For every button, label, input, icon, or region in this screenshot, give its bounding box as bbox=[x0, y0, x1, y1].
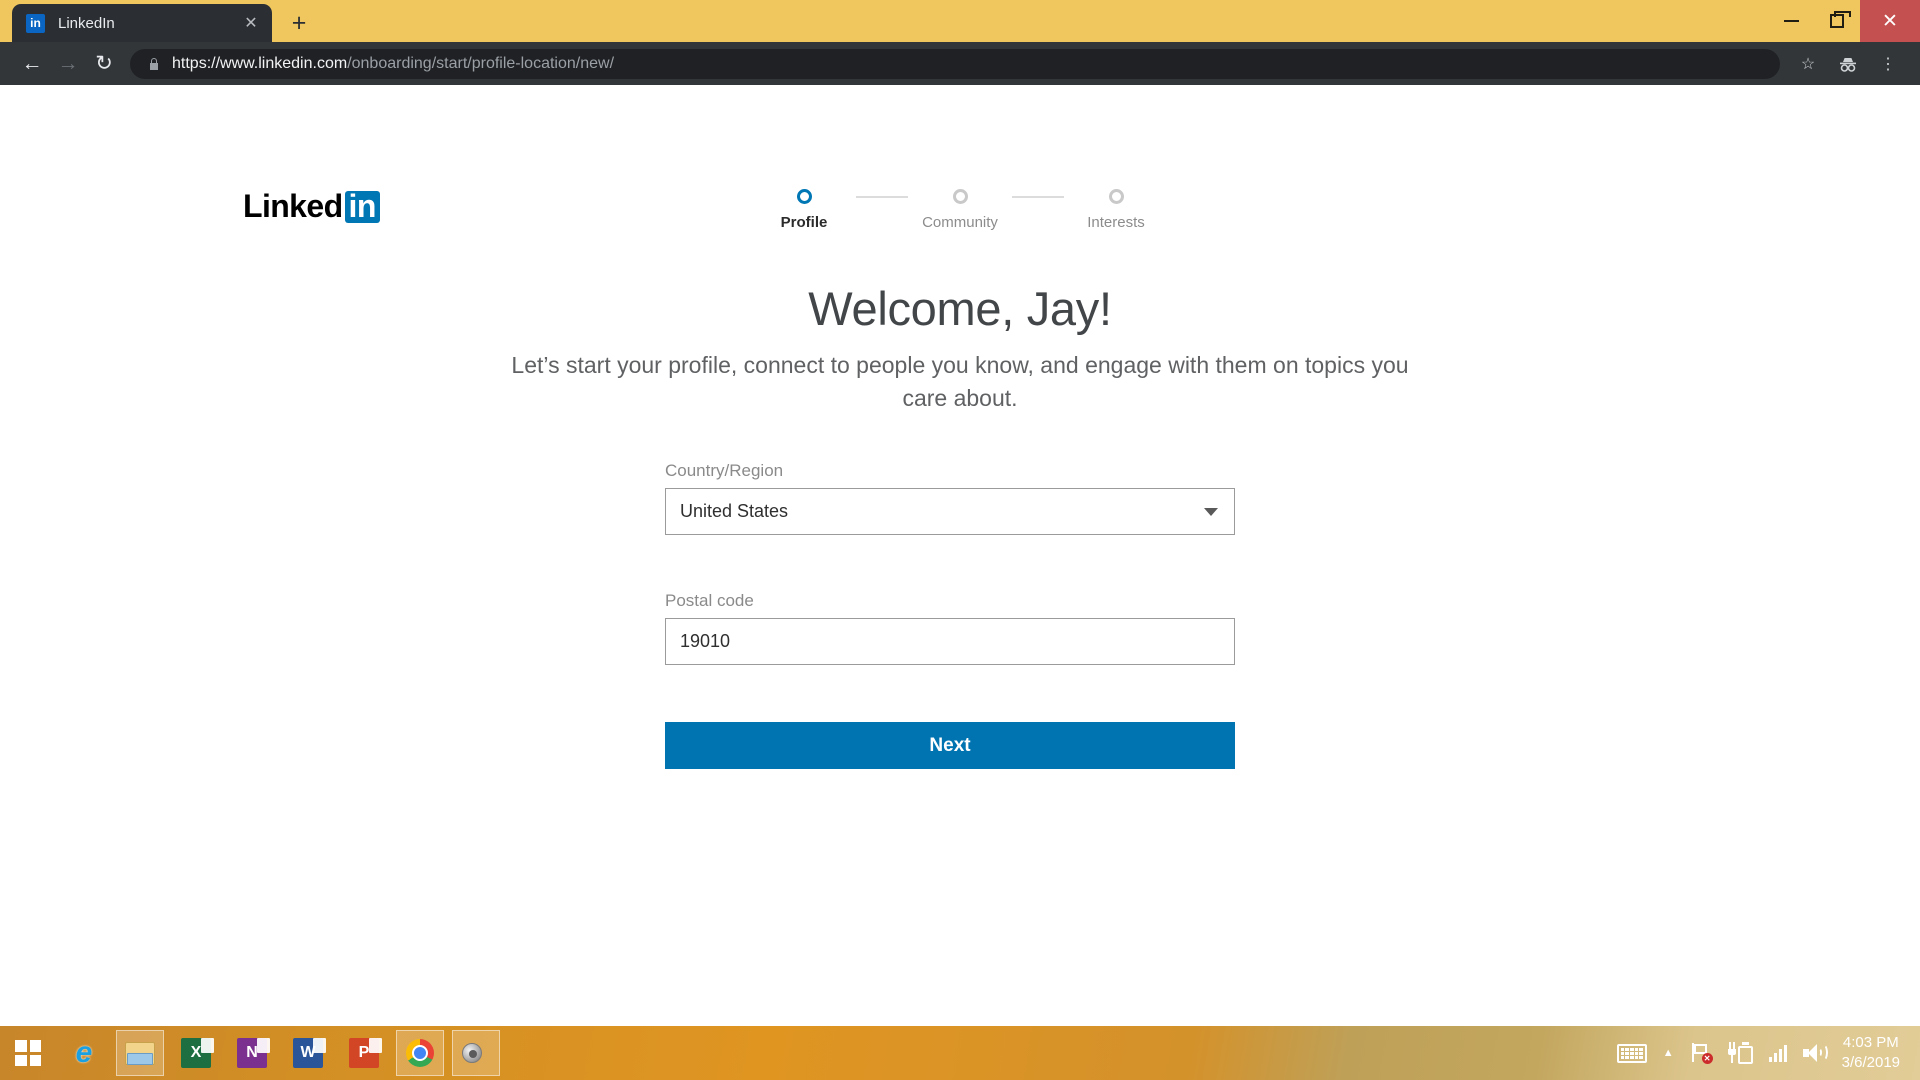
step-dot-icon bbox=[796, 189, 812, 204]
minimize-icon bbox=[1783, 20, 1799, 22]
minimize-button[interactable] bbox=[1768, 0, 1814, 42]
close-window-button[interactable]: ✕ bbox=[1860, 0, 1920, 42]
excel-glyph: X bbox=[181, 1038, 214, 1068]
keyboard-icon[interactable] bbox=[1610, 1026, 1654, 1080]
taskbar-word-icon[interactable]: W bbox=[284, 1030, 332, 1076]
postal-code-value: 19010 bbox=[680, 631, 731, 651]
windows-taskbar: e X N W P ▲ ✕ 4:03 PM 3/6/2019 bbox=[0, 1026, 1920, 1080]
clock[interactable]: 4:03 PM 3/6/2019 bbox=[1836, 1033, 1910, 1073]
back-button[interactable]: ← bbox=[14, 46, 50, 82]
step-dot-icon bbox=[1108, 189, 1124, 204]
country-select[interactable]: United States bbox=[665, 488, 1235, 535]
browser-tab[interactable]: in LinkedIn ✕ bbox=[12, 4, 272, 42]
system-tray: ▲ ✕ 4:03 PM 3/6/2019 bbox=[1610, 1026, 1920, 1080]
country-select-value: United States bbox=[680, 501, 789, 521]
bookmark-star-icon[interactable]: ☆ bbox=[1790, 46, 1826, 82]
taskbar-sound-recorder-icon[interactable] bbox=[452, 1030, 500, 1076]
step-label: Profile bbox=[780, 214, 828, 231]
clock-date: 3/6/2019 bbox=[1841, 1054, 1900, 1071]
step-label: Interests bbox=[1087, 214, 1145, 231]
close-icon[interactable]: ✕ bbox=[240, 12, 262, 34]
toolbar-actions: ☆ ⋮ bbox=[1790, 46, 1906, 82]
taskbar-internet-explorer-icon[interactable]: e bbox=[60, 1030, 108, 1076]
maximize-button[interactable] bbox=[1814, 0, 1860, 42]
new-tab-button[interactable]: + bbox=[284, 8, 314, 38]
postal-code-label: Postal code bbox=[665, 591, 754, 610]
step-connector bbox=[1012, 196, 1064, 198]
step-dot-icon bbox=[952, 189, 968, 204]
forward-button[interactable]: → bbox=[50, 46, 86, 82]
restore-icon bbox=[1830, 11, 1851, 28]
speaker-app-icon bbox=[462, 1041, 490, 1065]
postal-code-input[interactable]: 19010 bbox=[665, 618, 1235, 665]
browser-toolbar: ← → ↻ https://www.linkedin.com/onboardin… bbox=[0, 42, 1920, 85]
onboarding-stepper: Profile Community Interests bbox=[0, 189, 1920, 231]
form-spacer bbox=[665, 535, 1235, 591]
tab-title: LinkedIn bbox=[58, 14, 115, 32]
taskbar-onenote-icon[interactable]: N bbox=[228, 1030, 276, 1076]
step-connector bbox=[856, 196, 908, 198]
browser-window: in LinkedIn ✕ + ✕ ← → ↻ https://www.link… bbox=[0, 0, 1920, 1026]
show-hidden-icons-button[interactable]: ▲ bbox=[1656, 1026, 1681, 1080]
step-community[interactable]: Community bbox=[908, 189, 1012, 231]
page-title: Welcome, Jay! bbox=[808, 282, 1112, 335]
taskbar-excel-icon[interactable]: X bbox=[172, 1030, 220, 1076]
step-profile[interactable]: Profile bbox=[752, 189, 856, 231]
taskbar-file-explorer-icon[interactable] bbox=[116, 1030, 164, 1076]
country-label: Country/Region bbox=[665, 461, 784, 480]
page-content: Linked in Profile Community Interests We… bbox=[0, 85, 1920, 1026]
battery-charging-icon[interactable] bbox=[1721, 1026, 1760, 1080]
browser-menu-icon[interactable]: ⋮ bbox=[1870, 46, 1906, 82]
address-bar-text: https://www.linkedin.com/onboarding/star… bbox=[172, 55, 614, 73]
incognito-icon[interactable] bbox=[1830, 46, 1866, 82]
reload-button[interactable]: ↻ bbox=[86, 46, 122, 82]
taskbar-powerpoint-icon[interactable]: P bbox=[340, 1030, 388, 1076]
ie-glyph: e bbox=[75, 1036, 93, 1069]
url-path: /onboarding/start/profile-location/new/ bbox=[347, 54, 615, 72]
speaker-icon[interactable] bbox=[1796, 1026, 1834, 1080]
clock-time: 4:03 PM bbox=[1842, 1034, 1899, 1052]
address-bar[interactable]: https://www.linkedin.com/onboarding/star… bbox=[130, 48, 1780, 79]
windows-start-icon[interactable] bbox=[0, 1026, 56, 1080]
step-label: Community bbox=[922, 214, 998, 231]
next-button[interactable]: Next bbox=[665, 722, 1235, 769]
step-interests[interactable]: Interests bbox=[1064, 189, 1168, 231]
profile-location-form: Country/Region United States Postal code… bbox=[665, 461, 1235, 769]
tab-strip: in LinkedIn ✕ + ✕ bbox=[0, 0, 1920, 42]
folder-icon bbox=[125, 1041, 155, 1065]
signal-bars-icon[interactable] bbox=[1762, 1026, 1794, 1080]
chrome-glyph bbox=[406, 1039, 434, 1067]
window-controls: ✕ bbox=[1768, 0, 1920, 42]
onenote-glyph: N bbox=[237, 1038, 270, 1068]
lock-icon bbox=[146, 57, 162, 71]
linkedin-favicon-icon: in bbox=[26, 13, 45, 33]
action-center-icon[interactable]: ✕ bbox=[1683, 1026, 1719, 1080]
taskbar-chrome-icon[interactable] bbox=[396, 1030, 444, 1076]
chevron-down-icon bbox=[1204, 507, 1218, 516]
word-glyph: W bbox=[293, 1038, 326, 1068]
powerpoint-glyph: P bbox=[349, 1038, 382, 1068]
page-subtitle: Let’s start your profile, connect to peo… bbox=[511, 352, 1409, 411]
url-host: https://www.linkedin.com bbox=[172, 54, 348, 72]
